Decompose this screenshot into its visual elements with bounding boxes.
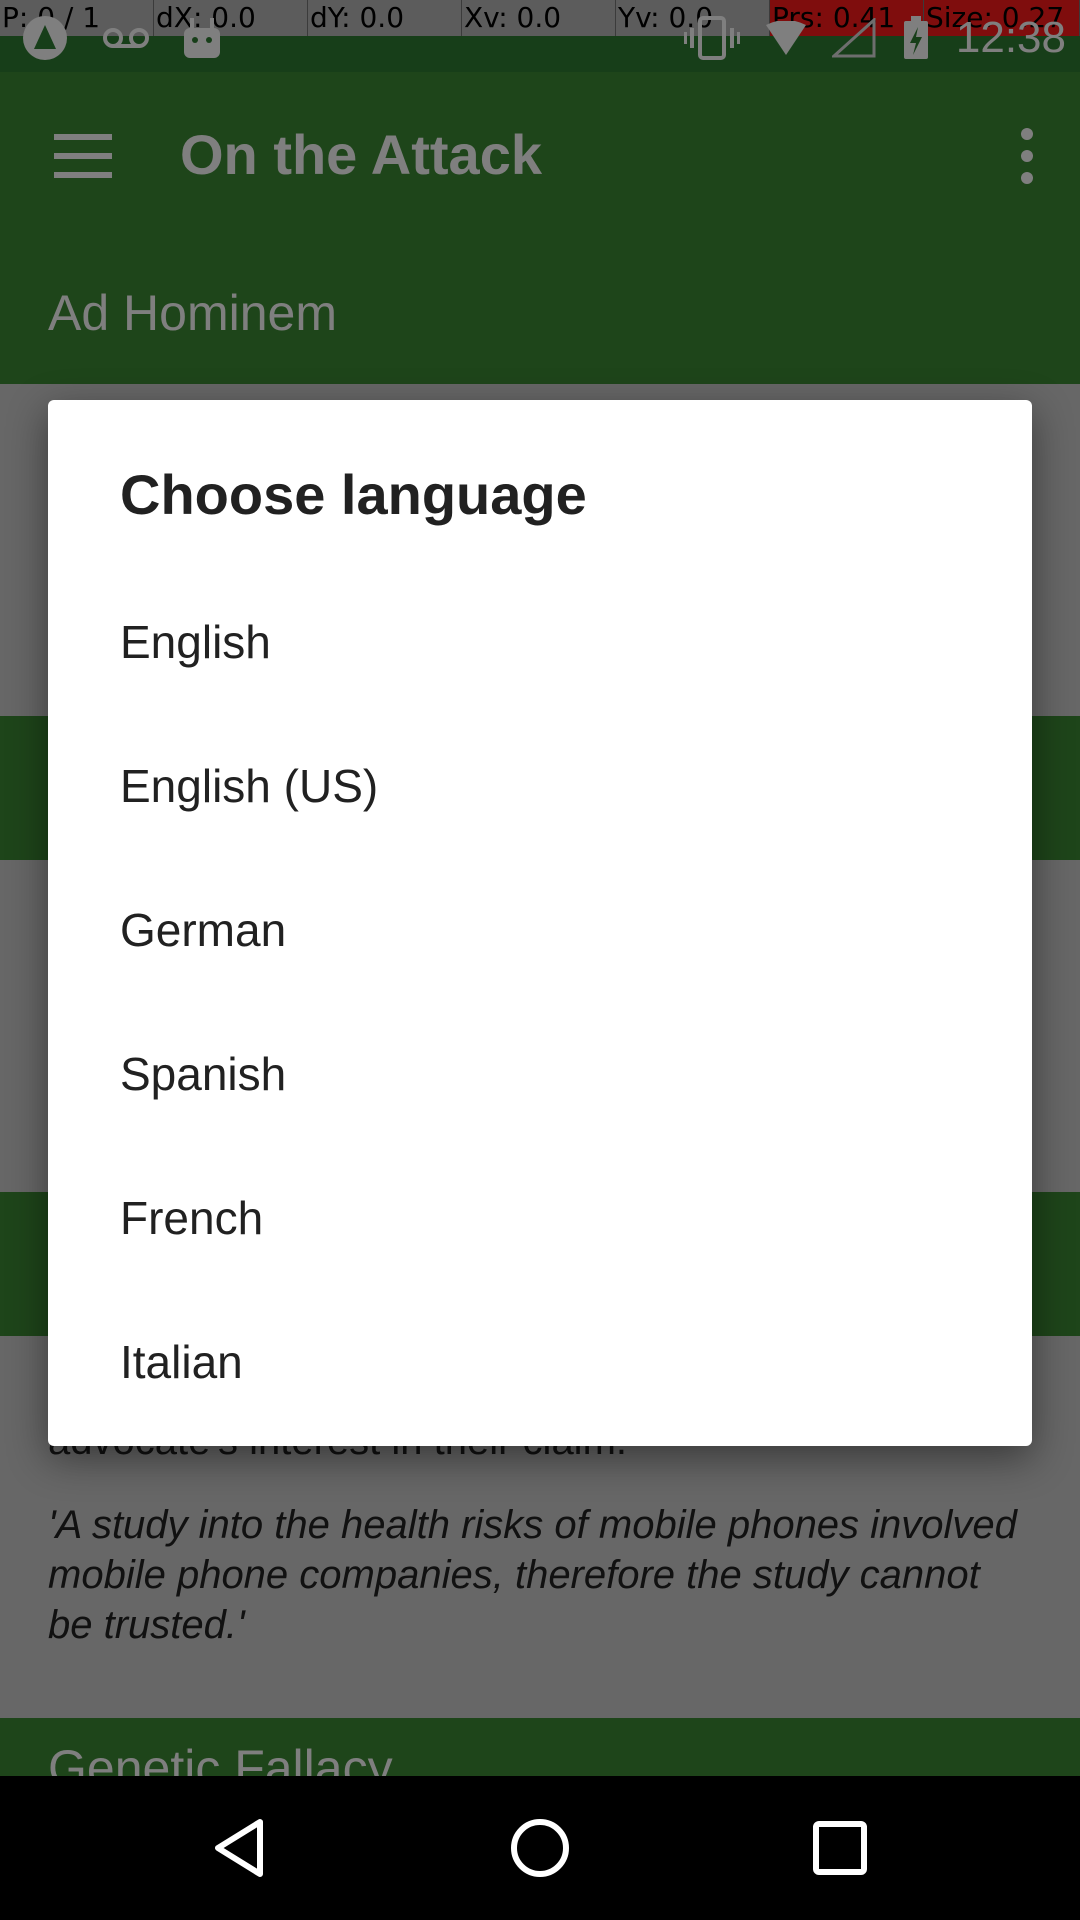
- language-option-french[interactable]: French: [48, 1146, 1032, 1290]
- navigation-bar: [0, 1776, 1080, 1920]
- language-dialog: Choose language English English (US) Ger…: [48, 400, 1032, 1446]
- language-option-english[interactable]: English: [48, 570, 1032, 714]
- back-icon[interactable]: [210, 1816, 274, 1880]
- language-option-italian[interactable]: Italian: [48, 1290, 1032, 1434]
- language-option-german[interactable]: German: [48, 858, 1032, 1002]
- home-icon[interactable]: [508, 1816, 572, 1880]
- language-option-english-us[interactable]: English (US): [48, 714, 1032, 858]
- language-option-spanish[interactable]: Spanish: [48, 1002, 1032, 1146]
- language-list: English English (US) German Spanish Fren…: [48, 570, 1032, 1434]
- recents-icon[interactable]: [808, 1816, 872, 1880]
- dialog-title: Choose language: [120, 463, 587, 526]
